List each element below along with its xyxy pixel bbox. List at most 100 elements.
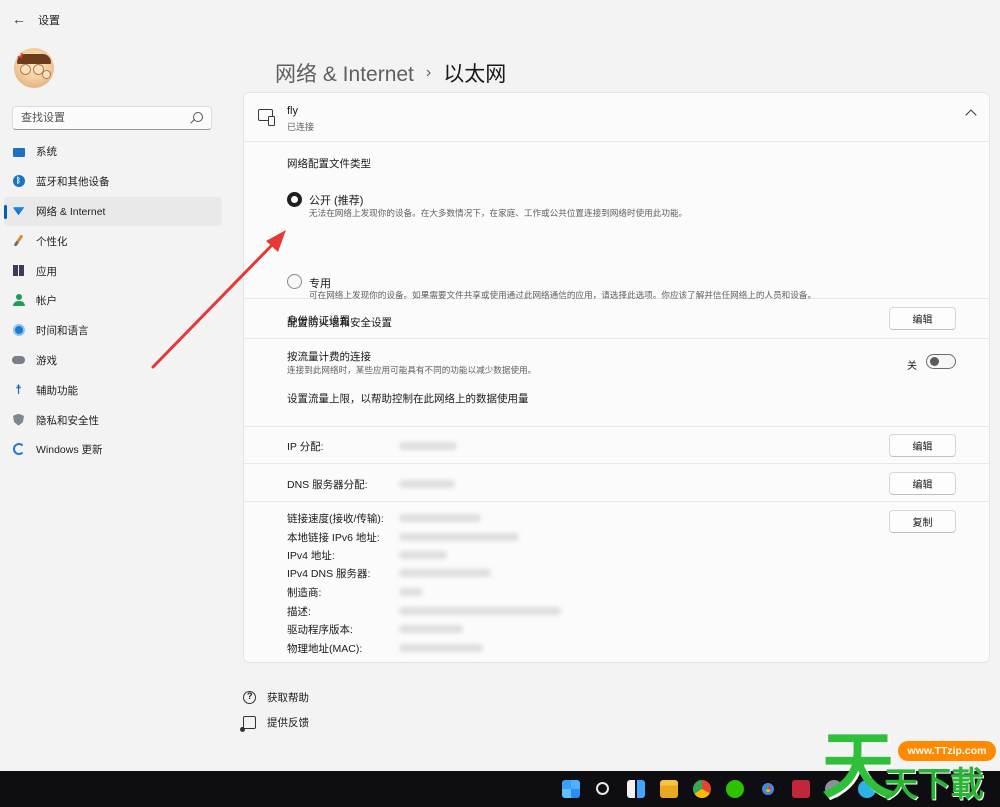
connection-status: 已连接: [287, 122, 315, 132]
radio-public-label[interactable]: 公开 (推荐): [309, 192, 363, 208]
apps-icon: [12, 264, 25, 277]
ip-edit-button[interactable]: 编辑: [889, 434, 956, 457]
sidebar-item-windows-update[interactable]: Windows 更新: [4, 435, 222, 465]
dns-edit-button[interactable]: 编辑: [889, 472, 956, 495]
auth-settings-title: 身份验证设置: [287, 315, 350, 327]
property-label: 驱动程序版本:: [287, 624, 353, 636]
browser-icon[interactable]: [693, 780, 711, 798]
ip-assignment-row: IP 分配: 编辑: [244, 427, 989, 464]
property-label: 制造商:: [287, 587, 322, 599]
update-icon: [12, 443, 25, 456]
property-label: IPv4 地址:: [287, 550, 335, 562]
network-profile-section: 网络配置文件类型 公开 (推荐) 无法在网络上发现你的设备。在大多数情况下，在家…: [244, 142, 989, 329]
chevron-up-icon[interactable]: [965, 109, 977, 121]
sidebar-nav: 系统 ᛒ 蓝牙和其他设备 网络 & Internet 个性化 应用 帐户 时间和…: [4, 137, 222, 465]
watermark-logo: 天: [822, 723, 895, 807]
data-limit-link[interactable]: 设置流量上限，以帮助控制在此网络上的数据使用量: [287, 391, 529, 406]
property-value-redacted: [399, 569, 491, 577]
app-title: 设置: [38, 15, 60, 27]
search-icon[interactable]: [596, 782, 609, 795]
connection-header[interactable]: fly 已连接: [244, 93, 989, 142]
metered-toggle[interactable]: [926, 354, 956, 369]
sidebar-item-label: 蓝牙和其他设备: [36, 176, 110, 189]
accessibility-icon: ☨: [14, 382, 23, 398]
property-value-redacted: [399, 607, 561, 615]
task-view-icon[interactable]: [627, 780, 645, 798]
app-icon[interactable]: [792, 780, 810, 798]
sidebar-item-gaming[interactable]: 游戏: [4, 346, 222, 376]
connection-name: fly: [287, 105, 298, 117]
breadcrumb-parent[interactable]: 网络 & Internet: [275, 58, 414, 88]
auth-settings-row: 身份验证设置 编辑: [244, 299, 989, 339]
page-title: 以太网: [443, 63, 507, 86]
sidebar-item-label: Windows 更新: [36, 444, 103, 457]
property-value-redacted: [399, 644, 483, 652]
properties-section: 复制 链接速度(接收/传输): 本地链接 IPv6 地址: IPv4 地址: I…: [244, 502, 989, 662]
shield-icon: [12, 413, 25, 426]
metered-connection-row: 按流量计费的连接 连接到此网络时，某些应用可能具有不同的功能以减少数据使用。 关…: [244, 339, 989, 427]
settings-search-box[interactable]: [12, 106, 212, 130]
sidebar-item-system[interactable]: 系统: [4, 137, 222, 167]
sidebar-item-label: 系统: [36, 146, 57, 159]
sidebar-item-label: 隐私和安全性: [36, 414, 99, 427]
sidebar-item-label: 帐户: [36, 295, 57, 308]
property-label: IPv4 DNS 服务器:: [287, 568, 371, 580]
back-button[interactable]: ←: [8, 8, 30, 30]
dns-assignment-value-redacted: [399, 480, 455, 488]
property-value-redacted: [399, 514, 481, 522]
account-icon: [12, 294, 25, 307]
bluetooth-icon: ᛒ: [12, 175, 25, 188]
arrow-left-icon: ←: [12, 11, 26, 27]
give-feedback-label: 提供反馈: [267, 717, 309, 729]
ethernet-card: fly 已连接 网络配置文件类型 公开 (推荐) 无法在网络上发现你的设备。在大…: [243, 92, 990, 663]
sidebar-item-network[interactable]: 网络 & Internet: [4, 196, 222, 227]
property-label: 描述:: [287, 606, 311, 618]
property-label: 物理地址(MAC):: [287, 643, 363, 655]
sidebar-item-label: 游戏: [36, 354, 57, 367]
sidebar-item-personalization[interactable]: 个性化: [4, 226, 222, 256]
give-feedback-link[interactable]: 提供反馈: [240, 715, 309, 732]
ip-assignment-value-redacted: [399, 442, 457, 450]
sidebar-item-label: 个性化: [36, 235, 68, 248]
user-avatar[interactable]: ✿: [14, 48, 54, 88]
brush-icon: [12, 234, 25, 248]
sidebar-item-privacy[interactable]: 隐私和安全性: [4, 405, 222, 435]
wifi-icon: [12, 205, 25, 218]
sidebar-item-apps[interactable]: 应用: [4, 256, 222, 286]
search-input[interactable]: [21, 110, 181, 126]
search-icon[interactable]: [193, 112, 203, 122]
radio-private[interactable]: [287, 274, 302, 289]
chrome-icon[interactable]: [759, 780, 777, 798]
sidebar-item-label: 网络 & Internet: [36, 205, 106, 218]
title-bar: ← 设置: [0, 0, 1000, 36]
dns-assignment-title: DNS 服务器分配:: [287, 479, 368, 491]
metered-title: 按流量计费的连接: [287, 351, 371, 363]
sidebar-item-bluetooth[interactable]: ᛒ 蓝牙和其他设备: [4, 167, 222, 197]
globe-clock-icon: [12, 324, 25, 337]
feedback-icon: [240, 716, 256, 732]
copy-properties-button[interactable]: 复制: [889, 510, 956, 533]
radio-public[interactable]: [287, 192, 302, 207]
sidebar-item-accessibility[interactable]: ☨ 辅助功能: [4, 375, 222, 405]
chevron-right-icon: ›: [425, 64, 432, 81]
watermark-text: 天下載: [884, 765, 984, 805]
property-label: 链接速度(接收/传输):: [287, 513, 384, 525]
watermark-url: www.TTzip.com: [898, 741, 996, 761]
sidebar-item-accounts[interactable]: 帐户: [4, 286, 222, 316]
wechat-icon[interactable]: [726, 780, 744, 798]
start-icon[interactable]: [562, 780, 580, 798]
sidebar-item-label: 时间和语言: [36, 325, 89, 338]
profile-heading: 网络配置文件类型: [287, 158, 371, 170]
property-label: 本地链接 IPv6 地址:: [287, 532, 380, 544]
sidebar-item-label: 辅助功能: [36, 384, 78, 397]
get-help-link[interactable]: 获取帮助: [243, 690, 309, 705]
ethernet-icon: [258, 109, 275, 126]
sidebar-item-label: 应用: [36, 265, 57, 278]
get-help-label: 获取帮助: [267, 692, 309, 704]
auth-edit-button[interactable]: 编辑: [889, 307, 956, 330]
sidebar-item-time-language[interactable]: 时间和语言: [4, 316, 222, 346]
dns-assignment-row: DNS 服务器分配: 编辑: [244, 464, 989, 502]
ip-assignment-title: IP 分配:: [287, 441, 324, 453]
folder-icon[interactable]: [660, 780, 678, 798]
property-value-redacted: [399, 588, 423, 596]
